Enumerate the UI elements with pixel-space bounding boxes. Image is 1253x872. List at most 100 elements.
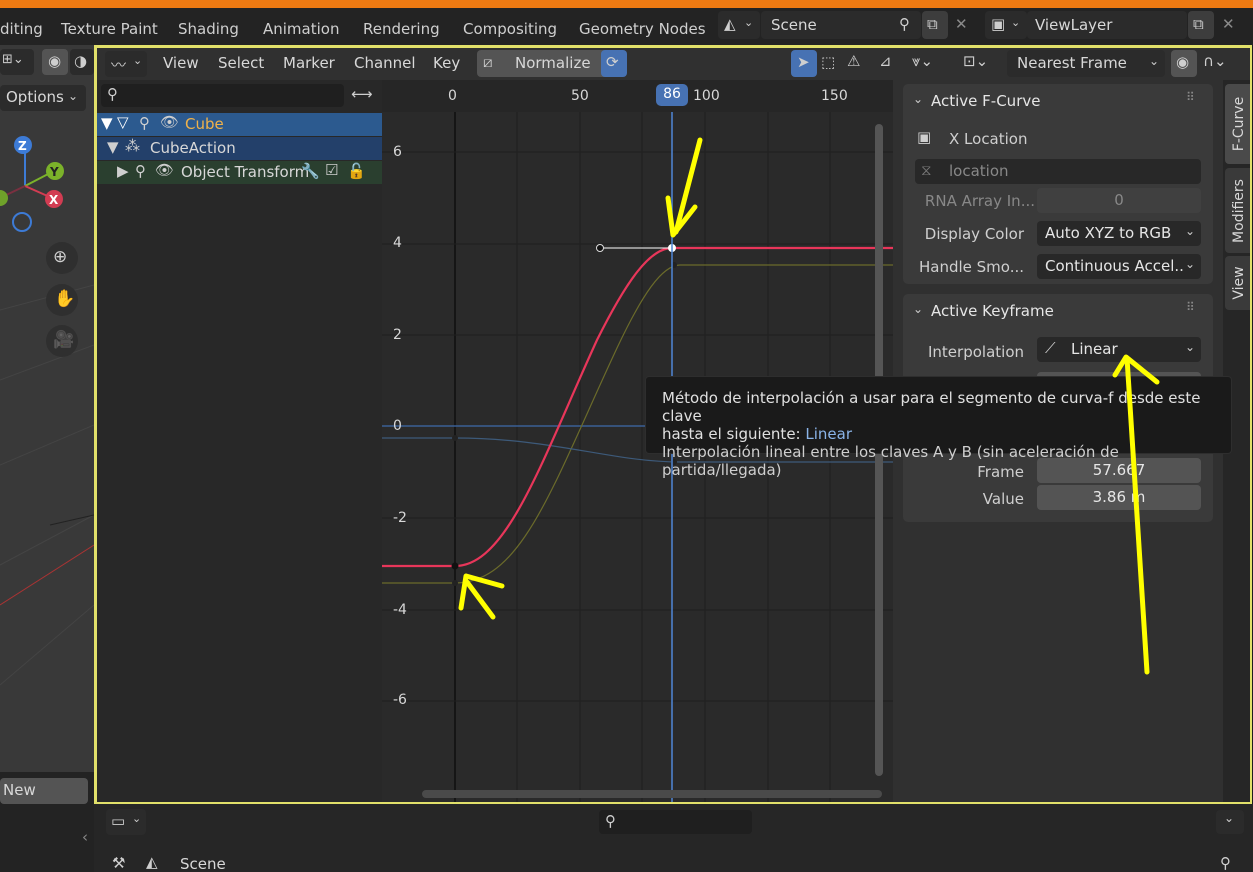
pin-icon[interactable]: ⚲ — [139, 114, 150, 132]
view-fit-icon[interactable]: ⊿ — [879, 52, 892, 70]
pin-icon[interactable]: ⚲ — [1220, 854, 1231, 872]
tooltip-description: Método de interpolación a usar para el s… — [662, 389, 1201, 425]
drag-handle-icon[interactable]: ⠿ — [1186, 90, 1195, 104]
auto-normalize-button[interactable]: ⟳ — [601, 50, 627, 77]
viewport-shading-button[interactable]: ◑ — [70, 49, 94, 75]
cursor-icon: ➤ — [797, 53, 810, 71]
tab-workspace-animation[interactable]: Animation — [263, 20, 339, 38]
rna-array-index-field: 0 — [1037, 188, 1201, 213]
bottom-collapse-button[interactable]: ⌄ — [1216, 810, 1244, 834]
viewlayer-selector-button[interactable]: ▣ ⌄ — [985, 11, 1027, 39]
checkbox-icon[interactable]: ☑ — [325, 161, 338, 179]
menu-channel[interactable]: Channel — [354, 54, 416, 72]
frame-tick-label: 150 — [821, 88, 848, 104]
tab-workspace-compositing[interactable]: Compositing — [463, 20, 557, 38]
tab-workspace-editing[interactable]: diting — [0, 20, 43, 38]
collapse-arrow-icon[interactable]: ‹ — [82, 828, 88, 846]
chevron-down-icon: ⌄ — [1185, 224, 1196, 238]
bottom-editor-type-button[interactable]: ▭ ⌄ — [106, 809, 146, 835]
object-cube-icon: ▽ — [117, 113, 129, 131]
pin-icon[interactable]: ⚲ — [135, 162, 146, 180]
new-button[interactable]: New — [0, 778, 88, 804]
new-viewlayer-button[interactable]: ⧉ — [1188, 11, 1214, 39]
tab-workspace-shading[interactable]: Shading — [178, 20, 239, 38]
viewport-3d-fragment[interactable]: ⊞⌄ ◉ ◑ Options ⌄ Z Y X ⊕ ✋ 🎥 — [0, 45, 94, 772]
tab-workspace-rendering[interactable]: Rendering — [363, 20, 440, 38]
pin-icon[interactable]: ⚲ — [899, 15, 910, 33]
wrench-icon[interactable]: 🔧 — [301, 162, 320, 180]
snap-mode-dropdown[interactable]: Nearest Frame ⌄ — [1007, 50, 1165, 77]
options-dropdown[interactable]: Options ⌄ — [0, 85, 86, 111]
navigation-gizmo[interactable]: Z Y X — [0, 130, 94, 240]
tooltip-current-value: hasta el siguiente: Linear — [662, 425, 853, 443]
channel-search-input[interactable]: ⚲ — [101, 84, 344, 107]
scene-label: Scene — [180, 855, 226, 872]
delete-scene-icon[interactable]: ✕ — [955, 15, 968, 33]
menu-marker[interactable]: Marker — [283, 54, 335, 72]
properties-icon: ▭ — [111, 812, 126, 830]
refresh-icon: ⟳ — [606, 53, 619, 71]
eye-icon[interactable]: 👁 — [160, 113, 179, 131]
proportional-edit-button[interactable]: ◉ — [1171, 50, 1197, 77]
search-icon: ⚲ — [605, 812, 616, 830]
pivot-icon[interactable]: ⊡⌄ — [963, 52, 988, 70]
tab-workspace-geometry-nodes[interactable]: Geometry Nodes — [579, 20, 706, 38]
chevron-down-icon: ⌄ — [1185, 340, 1196, 354]
current-frame-indicator[interactable]: 86 — [656, 84, 688, 106]
active-fcurve-panel: ⌄ Active F-Curve ⠿ ▣ X Location ⧖ locati… — [903, 84, 1213, 284]
tool-settings-icon[interactable]: ⚒ — [112, 854, 125, 872]
drag-handle-icon[interactable]: ⠿ — [1186, 300, 1195, 314]
editor-type-button[interactable]: 〰 ⌄ — [105, 51, 147, 77]
warning-icon[interactable]: ⚠ — [847, 52, 860, 70]
tab-fcurve[interactable]: F-Curve — [1225, 84, 1250, 164]
chevron-down-icon[interactable]: ⌄ — [913, 302, 923, 316]
interpolation-dropdown[interactable]: ⟋ Linear ⌄ — [1037, 337, 1201, 362]
value-tick-label: -6 — [393, 692, 407, 708]
overlay-toggle-button[interactable]: ◉ — [42, 49, 68, 75]
graph-editor-header: 〰 ⌄ View Select Marker Channel Key ⧄ Nor… — [97, 48, 1250, 80]
eye-icon[interactable]: 👁 — [155, 161, 174, 179]
channel-row-action[interactable]: ▼ ⁂ CubeAction — [97, 137, 382, 160]
channel-row-group[interactable]: ▶ ⚲ 👁 Object Transform 🔧 ☑ 🔓 — [97, 161, 382, 184]
gizmo-y-label: Y — [49, 165, 59, 179]
scene-selector-button[interactable]: ◭ ⌄ — [718, 11, 760, 39]
pan-button[interactable]: ✋ — [46, 284, 78, 316]
chevron-down-icon: ⌄ — [1185, 257, 1196, 271]
properties-search-input[interactable]: ⚲ — [599, 810, 752, 834]
expand-triangle-icon[interactable]: ▼ — [107, 138, 119, 156]
box-select-icon[interactable]: ⬚ — [821, 53, 835, 71]
chevron-down-icon: ⌄ — [1224, 811, 1235, 825]
camera-view-button[interactable]: 🎥 — [46, 325, 78, 357]
menu-key[interactable]: Key — [433, 54, 460, 72]
menu-select[interactable]: Select — [218, 54, 264, 72]
search-icon: ⚲ — [107, 85, 118, 103]
scene-icon: ◭ — [146, 853, 158, 871]
chevron-down-icon[interactable]: ⌄ — [913, 92, 923, 106]
data-path-field[interactable]: ⧖ location — [915, 159, 1201, 184]
display-color-dropdown[interactable]: Auto XYZ to RGB ⌄ — [1037, 221, 1201, 246]
expand-triangle-icon[interactable]: ▼ — [101, 114, 113, 132]
gizmo-z-label: Z — [18, 139, 27, 153]
tab-modifiers[interactable]: Modifiers — [1225, 168, 1250, 253]
viewlayer-name-field[interactable]: ViewLayer — [1027, 11, 1187, 39]
delete-viewlayer-icon[interactable]: ✕ — [1222, 15, 1235, 33]
tab-view[interactable]: View — [1225, 256, 1250, 310]
expand-triangle-icon[interactable]: ▶ — [117, 162, 129, 180]
viewport-mode-button[interactable]: ⊞⌄ — [0, 49, 34, 75]
linear-interpolation-icon: ⟋ — [1045, 339, 1056, 357]
scene-name-field[interactable]: Scene ⚲ — [761, 11, 921, 39]
menu-view[interactable]: View — [163, 54, 199, 72]
new-scene-button[interactable]: ⧉ — [922, 11, 948, 39]
handle-smoothing-dropdown[interactable]: Continuous Accel... ⌄ — [1037, 254, 1201, 279]
falloff-icon[interactable]: ∩⌄ — [1203, 52, 1227, 70]
select-tool-button[interactable]: ➤ — [791, 50, 817, 77]
zoom-button[interactable]: ⊕ — [46, 242, 78, 274]
filter-icon[interactable]: ⩔⌄ — [912, 52, 933, 70]
swap-arrows-icon[interactable]: ⟷ — [351, 85, 373, 103]
tab-workspace-texture-paint[interactable]: Texture Paint — [61, 20, 158, 38]
keyframe-value-field[interactable]: 3.86 m — [1037, 485, 1201, 510]
lock-icon[interactable]: 🔓 — [347, 162, 366, 180]
channel-row-object[interactable]: ▼ ▽ ⚲ 👁 Cube — [97, 113, 382, 136]
properties-editor-fragment: ▭ ⌄ ⚲ ⌄ ⚒ ◭ Scene ⚲ — [94, 804, 1253, 872]
graph-editor-icon: 〰 — [111, 56, 127, 74]
